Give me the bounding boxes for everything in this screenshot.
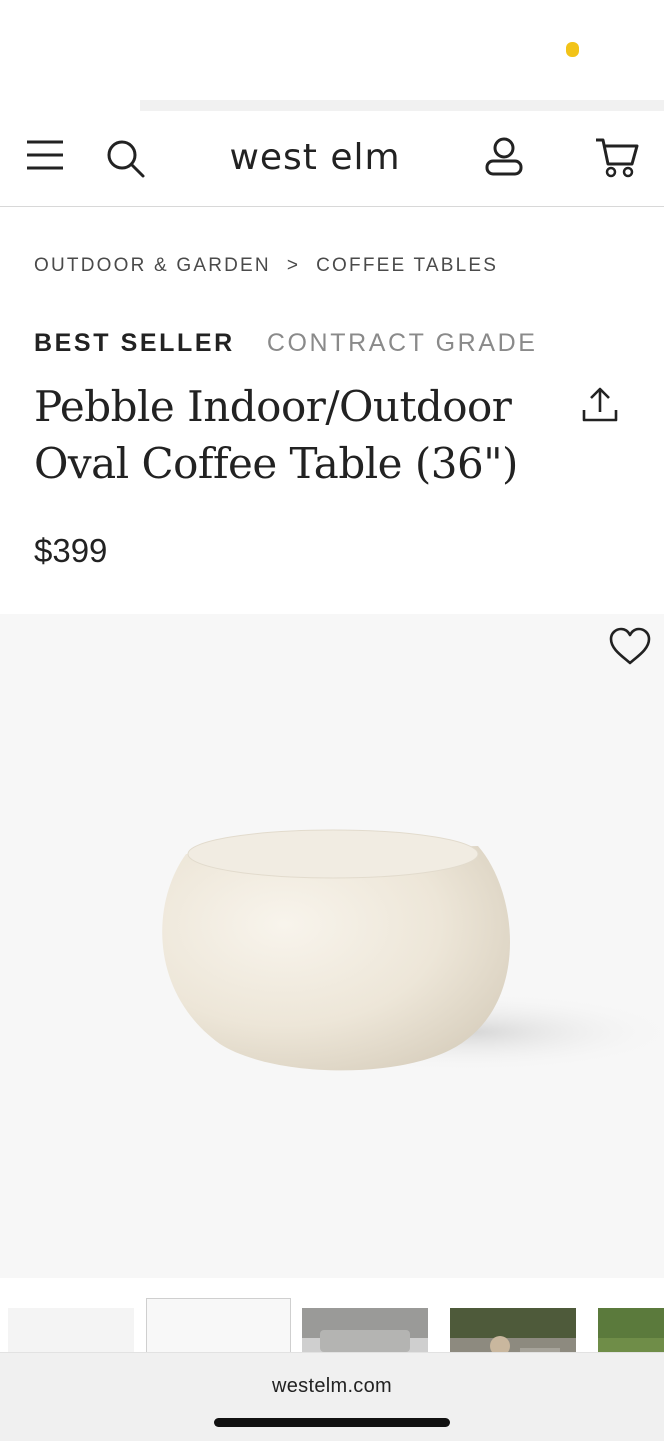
product-image[interactable] (0, 614, 664, 1278)
breadcrumb-link-coffee-tables[interactable]: COFFEE TABLES (316, 255, 498, 277)
breadcrumb-link-outdoor-garden[interactable]: OUTDOOR & GARDEN (34, 255, 271, 277)
status-bar (0, 0, 664, 100)
home-indicator (214, 1418, 450, 1427)
account-icon[interactable] (484, 137, 524, 177)
share-icon[interactable] (580, 386, 620, 426)
thumbnail-image[interactable] (8, 1308, 134, 1358)
browser-address-bar: westelm.com (0, 1352, 664, 1441)
contract-grade-badge: CONTRACT GRADE (266, 329, 538, 357)
url-text[interactable]: westelm.com (0, 1375, 664, 1398)
thumbnail-image-selected[interactable] (146, 1298, 291, 1358)
product-badges: BEST SELLER CONTRACT GRADE (34, 329, 538, 358)
thumbnail-image[interactable] (450, 1308, 576, 1358)
breadcrumb-separator: > (286, 255, 301, 276)
site-header: west elm (0, 111, 664, 207)
recording-indicator (566, 42, 579, 57)
heart-icon[interactable] (608, 626, 652, 666)
pebble-coffee-table-image (162, 829, 664, 1072)
brand-logo[interactable]: west elm (0, 137, 630, 178)
cart-icon[interactable] (594, 136, 640, 180)
product-price: $399 (34, 532, 108, 569)
best-seller-badge: BEST SELLER (34, 329, 235, 357)
image-thumbnail-strip (0, 1288, 664, 1358)
breadcrumb: OUTDOOR & GARDEN > COFFEE TABLES (34, 255, 498, 277)
thumbnail-image[interactable] (598, 1308, 664, 1358)
page-load-strip (140, 100, 664, 111)
product-title: Pebble Indoor/Outdoor Oval Coffee Table … (34, 382, 518, 488)
thumbnail-image[interactable] (302, 1308, 428, 1358)
